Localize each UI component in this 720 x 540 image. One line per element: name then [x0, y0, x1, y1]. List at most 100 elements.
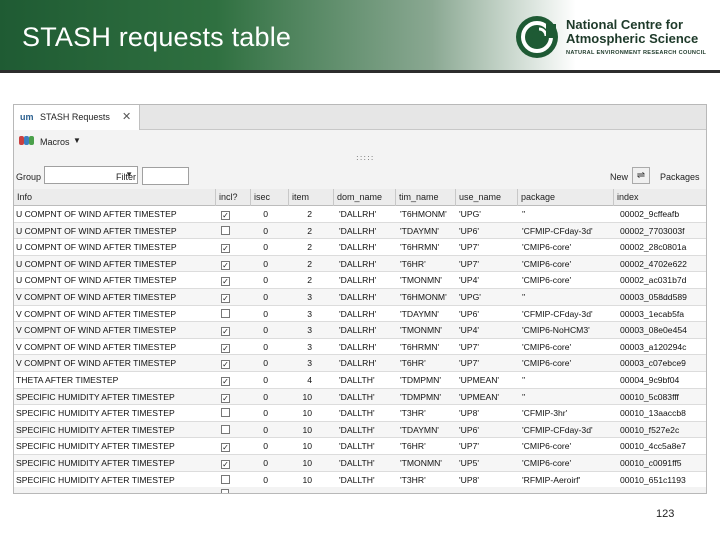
table-row[interactable]: SPECIFIC HUMIDITY AFTER TIMESTEP 0 10 'DALL…	[14, 421, 706, 439]
table-row[interactable]: V COMPNT OF WIND AFTER TIMESTEP 0 3 'DALLRH…	[14, 305, 706, 323]
column-header-package[interactable]: package	[518, 189, 614, 206]
new-row-button[interactable]: ⇌	[632, 167, 650, 184]
cell-tim-name: 'T6HR'	[400, 358, 426, 369]
cell-tim-name: 'T3HR'	[400, 408, 426, 419]
cell-isec: 0	[263, 308, 268, 319]
checked-checkbox-icon[interactable]: ✓	[221, 277, 230, 287]
table-row[interactable]: V COMPNT OF WIND AFTER TIMESTEP ✓ 0 3 'DALLR…	[14, 322, 706, 339]
checked-checkbox-icon[interactable]: ✓	[221, 211, 230, 220]
ncas-logo: National Centre for Atmospheric Science …	[514, 14, 714, 62]
cell-index: 00010_f527e2c	[620, 424, 680, 435]
cell-item: 10	[302, 408, 312, 419]
slide-title: STASH requests table	[22, 22, 292, 52]
cell-package: 'CFMIP-CFday-3d'	[522, 424, 593, 435]
packages-button[interactable]: Packages	[660, 172, 700, 182]
column-header-tim-name[interactable]: tim_name	[396, 189, 456, 206]
unchecked-checkbox-icon[interactable]	[221, 424, 230, 434]
chevron-down-icon[interactable]: ▼	[73, 136, 81, 145]
table-row[interactable]: U COMPNT OF WIND AFTER TIMESTEP ✓ 0 2 'DALLR…	[14, 239, 706, 256]
checked-checkbox-icon[interactable]: ✓	[221, 459, 230, 469]
cell-info: SPECIFIC HUMIDITY AFTER TIMESTEP	[16, 441, 175, 452]
unchecked-checkbox-icon[interactable]	[221, 474, 230, 484]
cell-item: 3	[307, 341, 312, 352]
checked-checkbox-icon[interactable]: ✓	[221, 260, 230, 270]
tab-stash-requests[interactable]: um STASH Requests ✕	[14, 105, 140, 130]
cell-package: ''	[522, 209, 526, 219]
column-header-use-name[interactable]: use_name	[456, 189, 518, 206]
cell-dom-name: 'DALLRH'	[339, 225, 377, 236]
cell-package: 'CMIP6-core'	[522, 275, 572, 286]
table-row[interactable]: U COMPNT OF WIND AFTER TIMESTEP ✓ 0 2 'DALLR…	[14, 272, 706, 289]
close-icon[interactable]: ✕	[122, 110, 131, 123]
checked-checkbox-icon[interactable]: ✓	[221, 443, 230, 453]
header-divider	[0, 70, 720, 73]
cell-item: 10	[302, 457, 312, 468]
new-label: New	[610, 172, 629, 182]
table-row[interactable]: V COMPNT OF WIND AFTER TIMESTEP ✓ 0 3 'DALLR…	[14, 288, 706, 306]
cell-info: THETA AFTER TIMESTEP	[16, 374, 119, 385]
cell-incl: ✓	[218, 389, 246, 405]
table-row[interactable]: THETA AFTER TIMESTEP ✓ 0 4 'DALLTH' 'TDMPMN' '…	[14, 371, 706, 389]
cell-use-name: 'UP6'	[459, 225, 479, 236]
cell-use-name: 'UP4'	[459, 275, 479, 286]
cell-tim-name: 'T6HMONM'	[400, 209, 447, 219]
cell-tim-name: 'T6HRMN'	[400, 341, 440, 352]
table-row[interactable]: V COMPNT OF WIND AFTER TIMESTEP ✓ 0 3 'DALLR…	[14, 338, 706, 356]
checked-checkbox-icon[interactable]: ✓	[221, 376, 230, 386]
unchecked-checkbox-icon[interactable]	[221, 408, 230, 418]
cell-item: 2	[307, 209, 312, 219]
cell-isec: 0	[263, 358, 268, 369]
cell-item: 10	[302, 424, 312, 435]
table-footer-strip	[14, 487, 706, 493]
cell-item: 10	[302, 474, 312, 485]
table-row[interactable]: U COMPNT OF WIND AFTER TIMESTEP ✓ 0 2 'DALLR…	[14, 206, 706, 223]
checked-checkbox-icon[interactable]: ✓	[221, 343, 230, 353]
cell-dom-name: 'DALLTH'	[339, 441, 375, 452]
cell-incl: ✓	[218, 322, 246, 338]
splitter-grip[interactable]: :::::	[356, 153, 374, 162]
checked-checkbox-icon[interactable]: ✓	[221, 327, 230, 337]
table-row[interactable]: U COMPNT OF WIND AFTER TIMESTEP ✓ 0 2 'DALLR…	[14, 255, 706, 273]
column-header-isec[interactable]: isec	[251, 189, 289, 206]
cell-index: 00002_ac031b7d	[620, 275, 687, 286]
cell-use-name: 'UP5'	[459, 457, 479, 468]
column-header-incl[interactable]: incl?	[216, 189, 251, 206]
table-row[interactable]: SPECIFIC HUMIDITY AFTER TIMESTEP 0 10 'DALL…	[14, 405, 706, 422]
table-row[interactable]: SPECIFIC HUMIDITY AFTER TIMESTEP ✓ 0 10 'DAL…	[14, 388, 706, 406]
tab-label: STASH Requests	[40, 112, 110, 122]
cell-incl	[218, 405, 246, 421]
cell-info: SPECIFIC HUMIDITY AFTER TIMESTEP	[16, 457, 175, 468]
cell-use-name: 'UPG'	[459, 209, 481, 219]
cell-info: U COMPNT OF WIND AFTER TIMESTEP	[16, 209, 177, 219]
table-row[interactable]: U COMPNT OF WIND AFTER TIMESTEP 0 2 'DALLRH…	[14, 222, 706, 240]
column-header-info[interactable]: Info	[14, 189, 216, 206]
column-header-dom-name[interactable]: dom_name	[334, 189, 396, 206]
column-header-item[interactable]: item	[289, 189, 334, 206]
filter-input[interactable]	[142, 167, 189, 185]
macros-button[interactable]: Macros	[40, 137, 70, 147]
column-header-index[interactable]: index	[614, 189, 706, 206]
checked-checkbox-icon[interactable]: ✓	[221, 293, 230, 303]
cell-incl: ✓	[218, 355, 246, 371]
cell-isec: 0	[263, 374, 268, 385]
cell-incl: ✓	[218, 256, 246, 272]
slide-header: STASH requests table National Centre for…	[0, 0, 720, 70]
unchecked-checkbox-icon[interactable]	[221, 225, 230, 235]
cell-info: V COMPNT OF WIND AFTER TIMESTEP	[16, 325, 177, 336]
table-row[interactable]: SPECIFIC HUMIDITY AFTER TIMESTEP ✓ 0 10 'DAL…	[14, 454, 706, 472]
cell-index: 00010_651c1193	[620, 474, 686, 485]
cell-incl	[218, 223, 246, 239]
unchecked-checkbox-icon[interactable]	[221, 308, 230, 318]
cell-dom-name: 'DALLTH'	[339, 374, 375, 385]
checked-checkbox-icon[interactable]: ✓	[221, 244, 230, 254]
cell-item: 10	[302, 441, 312, 452]
cell-dom-name: 'DALLRH'	[339, 258, 377, 269]
table-row[interactable]: SPECIFIC HUMIDITY AFTER TIMESTEP ✓ 0 10 'DAL…	[14, 438, 706, 455]
macros-icon[interactable]	[19, 136, 35, 146]
table-row[interactable]: SPECIFIC HUMIDITY AFTER TIMESTEP 0 10 'DALL…	[14, 471, 706, 489]
checked-checkbox-icon[interactable]: ✓	[221, 360, 230, 370]
cell-item: 3	[307, 358, 312, 369]
checked-checkbox-icon[interactable]: ✓	[221, 393, 230, 403]
cell-tim-name: 'T6HR'	[400, 441, 426, 452]
table-row[interactable]: V COMPNT OF WIND AFTER TIMESTEP ✓ 0 3 'DALLR…	[14, 355, 706, 372]
